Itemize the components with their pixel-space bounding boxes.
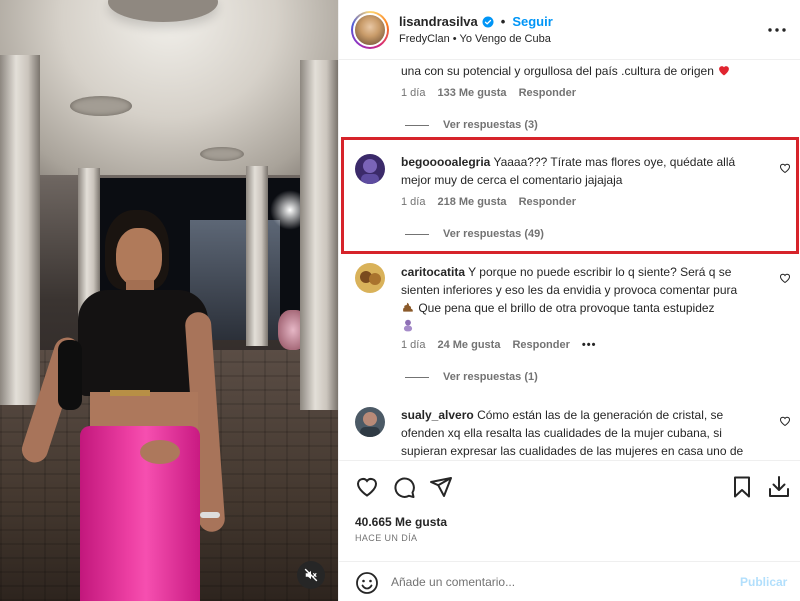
post-actions: 40.665 Me gusta HACE UN DÍA Publicar — [339, 460, 800, 601]
replies-line — [405, 376, 429, 378]
comment-meta: 1 día 24 Me gusta Responder ••• — [401, 339, 596, 351]
view-replies-label: Ver respuestas (49) — [443, 228, 544, 240]
save-bookmark-icon[interactable] — [730, 475, 754, 499]
post-age: HACE UN DÍA — [355, 533, 418, 543]
view-replies-button[interactable]: Ver respuestas (1) — [405, 371, 538, 383]
share-send-icon[interactable] — [429, 475, 453, 499]
comment-username[interactable]: caritocatita — [401, 265, 465, 279]
replies-line — [405, 233, 429, 235]
post-side-panel: lisandrasilva • Seguir FredyClan • Yo Ve… — [338, 0, 800, 601]
comment-options-icon[interactable]: ••• — [582, 339, 597, 351]
reply-button[interactable]: Responder — [519, 87, 576, 99]
comment-meta: 1 día 133 Me gusta Responder — [401, 87, 576, 99]
comment-meta: 1 día 218 Me gusta Responder — [401, 196, 576, 208]
comment-time: 1 día — [401, 87, 426, 99]
audio-subtitle[interactable]: FredyClan • Yo Vengo de Cuba — [399, 33, 551, 45]
avatar-image — [355, 154, 385, 184]
handbag — [58, 340, 82, 410]
add-comment-bar: Publicar — [339, 561, 800, 601]
comment-text: begooooalegria Yaaaa??? Tírate mas flore… — [401, 155, 736, 187]
more-options-icon[interactable] — [767, 20, 787, 40]
belt — [110, 390, 150, 396]
likes-count[interactable]: 40.665 Me gusta — [355, 515, 447, 529]
like-comment-heart-icon[interactable] — [779, 162, 791, 174]
poop-emoji-icon — [403, 302, 413, 312]
commenter-avatar[interactable] — [355, 154, 385, 184]
comment-likes[interactable]: 133 Me gusta — [437, 87, 506, 99]
comment-bubble-icon[interactable] — [392, 475, 416, 499]
face — [116, 228, 162, 286]
like-comment-heart-icon[interactable] — [779, 415, 791, 427]
commenter-avatar[interactable] — [355, 263, 385, 293]
comment-time: 1 día — [401, 339, 426, 351]
comment-time: 1 día — [401, 196, 426, 208]
download-icon[interactable] — [767, 475, 791, 499]
verified-badge-icon — [482, 16, 494, 27]
separator-dot: • — [500, 14, 506, 29]
like-heart-icon[interactable] — [355, 475, 379, 499]
comment-username[interactable]: begooooalegria — [401, 155, 490, 169]
red-heart-emoji-icon — [719, 66, 730, 76]
post-video[interactable] — [0, 0, 338, 601]
replies-line — [405, 124, 429, 126]
reply-button[interactable]: Responder — [512, 339, 569, 351]
bracelet — [200, 512, 220, 518]
comment-likes[interactable]: 24 Me gusta — [437, 339, 500, 351]
add-comment-input[interactable] — [391, 571, 721, 593]
view-replies-button[interactable]: Ver respuestas (49) — [405, 228, 544, 240]
follow-button[interactable]: Seguir — [512, 14, 552, 29]
woman-emoji-icon — [403, 319, 413, 332]
skirt-cutout — [140, 440, 180, 464]
avatar-image — [355, 407, 385, 437]
speaker-muted-icon — [304, 568, 318, 582]
post-header: lisandrasilva • Seguir FredyClan • Yo Ve… — [339, 0, 800, 60]
author-avatar[interactable] — [351, 11, 389, 49]
woman-figure — [0, 0, 338, 601]
avatar-image — [355, 263, 385, 293]
comment-text: sualy_alvero Cómo están las de la genera… — [401, 408, 744, 458]
comment-username[interactable]: sualy_alvero — [401, 408, 474, 422]
reply-button[interactable]: Responder — [519, 196, 576, 208]
commenter-avatar[interactable] — [355, 407, 385, 437]
comments-list[interactable]: una con su potencial y orgullosa del paí… — [339, 60, 800, 460]
view-replies-label: Ver respuestas (3) — [443, 119, 538, 131]
author-username[interactable]: lisandrasilva — [399, 14, 478, 29]
ellipsis-icon — [768, 28, 786, 32]
publish-button[interactable]: Publicar — [740, 575, 787, 589]
like-comment-heart-icon[interactable] — [779, 272, 791, 284]
mute-button[interactable] — [297, 561, 325, 589]
comment-text: una con su potencial y orgullosa del paí… — [401, 62, 731, 80]
comment-text: caritocatita Y porque no puede escribir … — [401, 263, 771, 335]
view-replies-button[interactable]: Ver respuestas (3) — [405, 119, 538, 131]
emoji-picker-icon[interactable] — [355, 571, 379, 595]
view-replies-label: Ver respuestas (1) — [443, 371, 538, 383]
comment-likes[interactable]: 218 Me gusta — [437, 196, 506, 208]
